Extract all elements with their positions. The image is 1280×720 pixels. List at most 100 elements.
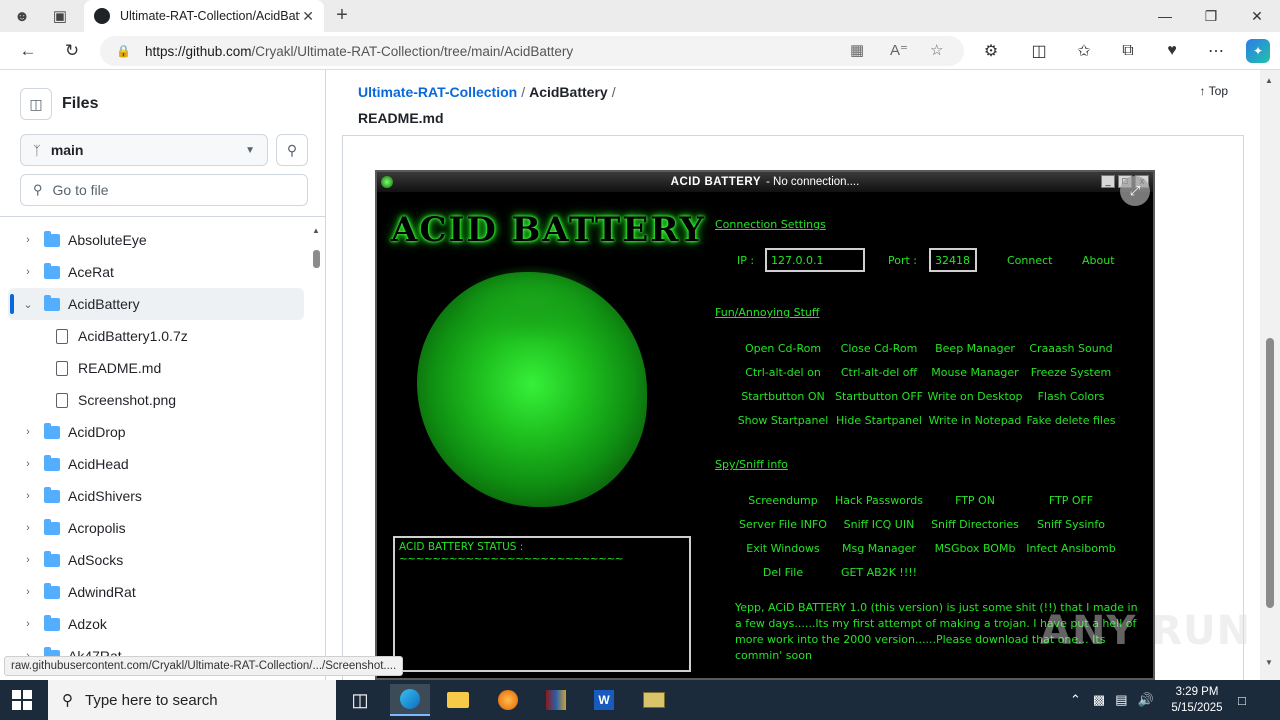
tree-folder-item[interactable]: › AcidDrop (8, 416, 304, 448)
connect-button: Connect (1007, 254, 1053, 267)
notification-icon[interactable]: □ (1238, 680, 1246, 720)
tab-title: Ultimate-RAT-Collection/AcidBattery (120, 9, 300, 23)
tree-folder-item[interactable]: ⌄ AcidBattery (8, 288, 304, 320)
file-explorer-icon[interactable] (438, 684, 478, 716)
close-tab-icon[interactable]: ✕ (302, 8, 314, 25)
performance-icon[interactable]: ♥ (1160, 39, 1184, 63)
tray-device-icon[interactable]: ▩ (1093, 692, 1105, 708)
url-host: https://github.com (144, 43, 252, 59)
scroll-up-icon[interactable]: ▲ (312, 226, 320, 235)
extensions-icon[interactable]: ⚙ (979, 39, 1003, 63)
chevron-right-icon[interactable]: › (18, 266, 38, 278)
fun-action-button: Close Cd-Rom (840, 342, 918, 355)
chevron-right-icon[interactable]: › (18, 554, 38, 566)
read-aloud-icon[interactable]: A⁼ (890, 41, 908, 59)
port-label: Port : (888, 254, 918, 267)
page-scrollbar[interactable]: ▲ ▼ (1260, 70, 1280, 680)
profile-icon[interactable]: ☻ (10, 4, 34, 28)
page-scrollbar-thumb[interactable] (1266, 338, 1274, 608)
fun-action-button: Write in Notepad (928, 414, 1022, 427)
app-folder-icon[interactable] (634, 684, 674, 716)
scrollbar-thumb[interactable] (313, 250, 320, 268)
scroll-down-icon[interactable]: ▼ (1265, 658, 1273, 667)
chevron-right-icon[interactable]: › (18, 458, 38, 470)
tree-file-item[interactable]: README.md (8, 352, 304, 384)
breadcrumb-repo-link[interactable]: Ultimate-RAT-Collection (358, 84, 517, 100)
url-field[interactable]: 🔒 https://github.com/Cryakl/Ultimate-RAT… (100, 36, 964, 66)
chevron-down-icon[interactable]: ⌄ (18, 298, 38, 311)
firefox-icon[interactable] (488, 684, 528, 716)
search-icon[interactable]: ⚲ (276, 134, 308, 166)
url-path: /Cryakl/Ultimate-RAT-Collection/tree/mai… (251, 43, 574, 59)
file-icon (56, 392, 68, 408)
go-to-file-input[interactable]: ⚲ Go to file (20, 174, 308, 206)
tree-item-label: Screenshot.png (78, 392, 177, 408)
app-available-icon[interactable]: ▦ (850, 41, 864, 59)
file-icon (56, 360, 68, 376)
copilot-icon[interactable]: ✦ (1246, 39, 1270, 63)
tree-folder-item[interactable]: › Adzok (8, 608, 304, 640)
tree-file-item[interactable]: Screenshot.png (8, 384, 304, 416)
search-icon: ⚲ (62, 692, 73, 709)
spy-action-button: FTP ON (955, 494, 995, 507)
tree-folder-item[interactable]: › AdwindRat (8, 576, 304, 608)
divider (0, 216, 325, 217)
word-icon[interactable]: W (584, 684, 624, 716)
branch-selector[interactable]: ᛉ main ▼ (20, 134, 268, 166)
back-button[interactable]: ← (16, 39, 40, 63)
fun-heading: Fun/Annoying Stuff (715, 306, 820, 319)
minimize-button[interactable]: — (1142, 0, 1188, 32)
edge-icon[interactable] (390, 684, 430, 716)
tab-active[interactable]: Ultimate-RAT-Collection/AcidBattery ✕ (84, 0, 324, 32)
tray-chevron-icon[interactable]: ⌃ (1070, 692, 1081, 708)
chevron-right-icon[interactable]: › (18, 490, 38, 502)
tab-actions-icon[interactable]: ▣ (48, 4, 72, 28)
taskbar: ⚲ Type here to search ◫ W ⌃ ▩ ▤ 🔊 3:29 P… (0, 680, 1280, 720)
network-icon[interactable]: ▤ (1115, 692, 1127, 708)
chevron-right-icon[interactable]: › (18, 586, 38, 598)
favorites-icon[interactable]: ✩ (1072, 39, 1096, 63)
scroll-up-icon[interactable]: ▲ (1265, 76, 1273, 85)
volume-icon[interactable]: 🔊 (1138, 692, 1154, 708)
favorite-star-icon[interactable]: ☆ (930, 41, 943, 59)
folder-icon (44, 614, 60, 631)
chevron-right-icon[interactable]: › (18, 234, 38, 246)
sidebar-scrollbar[interactable]: ▲ (310, 224, 322, 664)
tree-folder-item[interactable]: › AbsoluteEye (8, 224, 304, 256)
acid-battery-screenshot[interactable]: ACID BATTERY - No connection.... _ □ x A… (375, 170, 1155, 680)
fun-actions-grid: Open Cd-Rom Close Cd-Rom Beep Manager Craaa… (735, 342, 1119, 438)
collections-icon[interactable]: ⧉ (1116, 39, 1140, 63)
chevron-right-icon[interactable]: › (18, 426, 38, 438)
spy-heading: Spy/Sniff info (715, 458, 788, 471)
tree-folder-item[interactable]: › Acropolis (8, 512, 304, 544)
taskbar-search[interactable]: ⚲ Type here to search (48, 680, 336, 720)
fun-action-button: Ctrl-alt-del off (840, 366, 918, 379)
tree-item-label: AdwindRat (68, 584, 136, 600)
new-tab-button[interactable]: + (330, 4, 354, 28)
close-window-button[interactable]: ✕ (1234, 0, 1280, 32)
tree-folder-item[interactable]: › AcidHead (8, 448, 304, 480)
windows-start-icon[interactable] (12, 690, 32, 710)
branch-name: main (50, 142, 84, 158)
restore-button[interactable]: ❐ (1188, 0, 1234, 32)
split-screen-icon[interactable]: ◫ (1027, 39, 1051, 63)
folder-icon (44, 422, 60, 439)
tree-folder-item[interactable]: › AdSocks (8, 544, 304, 576)
zoom-icon[interactable]: ⤢ (1120, 176, 1150, 206)
top-link[interactable]: ↑ Top (1200, 84, 1228, 98)
tree-file-item[interactable]: AcidBattery1.0.7z (8, 320, 304, 352)
more-menu-icon[interactable]: ⋯ (1204, 39, 1228, 63)
tree-folder-item[interactable]: › AceRat (8, 256, 304, 288)
winrar-icon[interactable] (536, 684, 576, 716)
folder-icon (44, 486, 60, 503)
breadcrumb-separator: / (611, 84, 616, 100)
fun-action-button: Beep Manager (935, 342, 1015, 355)
refresh-button[interactable]: ↻ (60, 39, 84, 63)
taskbar-clock[interactable]: 3:29 PM 5/15/2025 (1160, 684, 1234, 716)
collapse-panel-icon[interactable]: ◫ (20, 88, 52, 120)
chevron-right-icon[interactable]: › (18, 618, 38, 630)
spy-action-button: Server File INFO (739, 518, 827, 531)
chevron-right-icon[interactable]: › (18, 522, 38, 534)
task-view-icon[interactable]: ◫ (340, 684, 380, 716)
tree-folder-item[interactable]: › AcidShivers (8, 480, 304, 512)
